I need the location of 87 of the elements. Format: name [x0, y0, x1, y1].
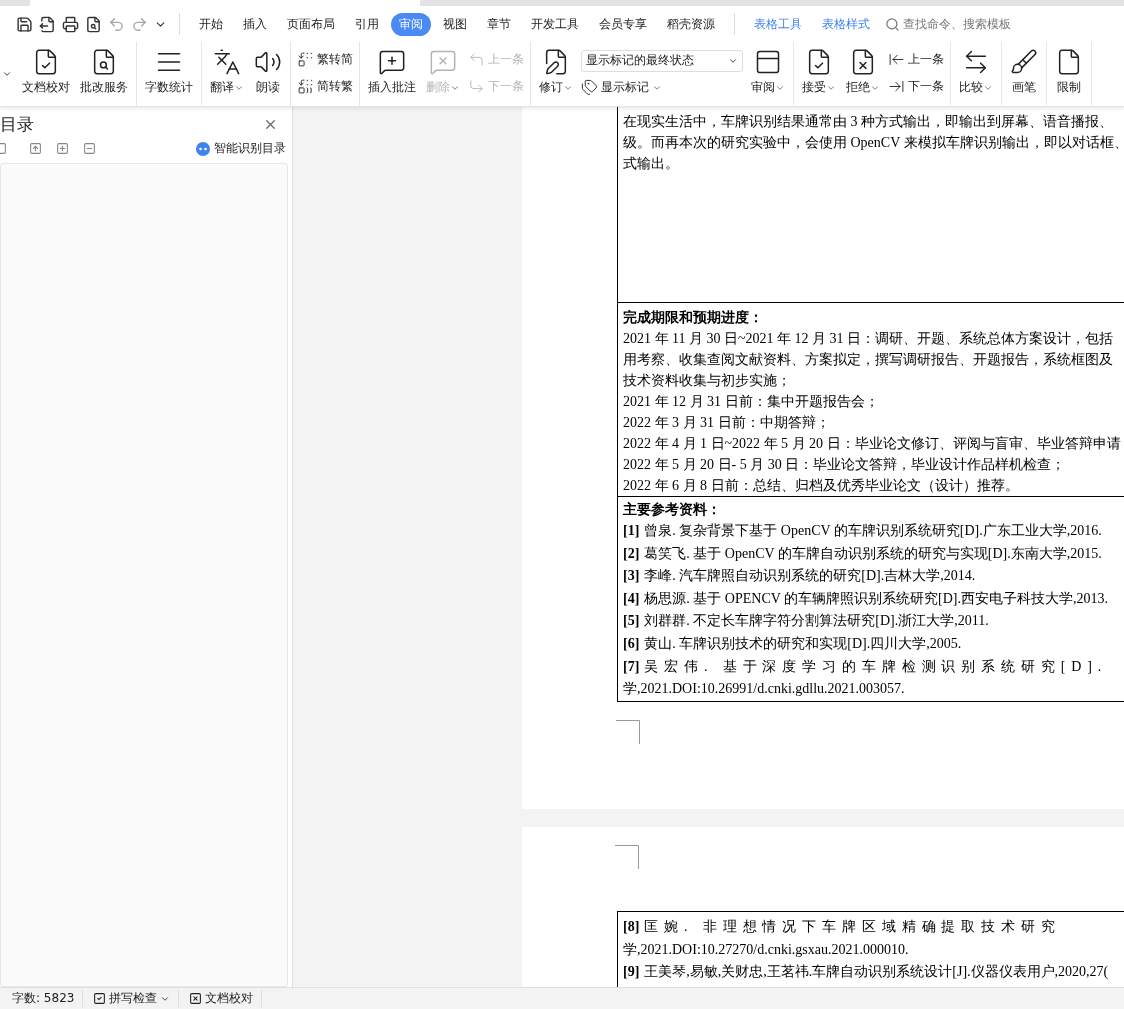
schedule-line: 用考察、收集查阅文献资料、方案拟定，撰写调研报告、开题报告，系统框图及: [623, 351, 1114, 369]
status-button[interactable]: 文档校对: [189, 990, 263, 1007]
checkbox-icon: [93, 992, 107, 1005]
ribbon-button[interactable]: 接受: [800, 42, 838, 106]
section-heading: 完成期限和预期进度：: [623, 309, 764, 327]
panel-icon: [754, 48, 782, 76]
menu-tab[interactable]: 引用: [347, 12, 387, 36]
schedule-line: 2022 年 5 月 20 日- 5 月 30 日：毕业论文答辩，毕业设计作品样机检查；: [623, 456, 1067, 474]
replace-icon: [297, 51, 314, 68]
schedule-line: 2022 年 3 月 31 日前：中期答辩；: [623, 414, 831, 432]
preview-icon[interactable]: [85, 15, 102, 33]
brush-icon: [1010, 48, 1038, 76]
paragraph-line: 在现实生活中，车牌识别结果通常由 3 种方式输出，即输出到屏幕、语音播报、: [623, 113, 1114, 131]
search-icon: [885, 16, 900, 32]
comment-delete-icon: [429, 48, 457, 76]
margin-corner-mark: [615, 845, 639, 869]
reference-entry: [1] 曾泉. 复杂背景下基于 OpenCV 的车牌识别系统研究[D].广东工业大学,2016.: [623, 522, 1103, 540]
menu-tab[interactable]: 章节: [479, 12, 519, 36]
menu-tab[interactable]: 会员专享: [591, 12, 655, 36]
ribbon-button[interactable]: 字数统计: [143, 42, 195, 106]
ribbon-button[interactable]: 限制: [1053, 42, 1085, 106]
ribbon-button[interactable]: 翻译: [208, 42, 246, 106]
reference-entry: [8] 匡婉. 非理想情况下车牌区域精确提取技术研究: [623, 918, 1062, 936]
reference-entry: [6] 黄山. 车牌识别技术的研究和实现[D].四川大学,2005.: [623, 634, 963, 653]
comment-plus-icon: [378, 48, 406, 76]
schedule-line: 技术资料收集与初步实施；: [623, 372, 792, 390]
ribbon-button[interactable]: 朗读: [252, 42, 284, 106]
replace-all-icon: [297, 78, 314, 95]
ribbon-button[interactable]: 繁转简: [297, 51, 353, 68]
schedule-line: 2021 年 12 月 31 日前：集中开题报告会；: [623, 393, 880, 411]
save-icon[interactable]: [16, 15, 33, 33]
export-icon[interactable]: [39, 15, 56, 33]
reference-entry: [3] 李峰. 汽车牌照自动识别系统的研究[D].吉林大学,2014.: [623, 567, 977, 586]
expand-icon[interactable]: [56, 142, 69, 155]
document-check-icon: [189, 992, 203, 1005]
minus-icon[interactable]: [83, 142, 96, 155]
ribbon-button[interactable]: 显示标记: [581, 79, 743, 97]
print-icon[interactable]: [62, 15, 79, 33]
pane-title: 目录: [0, 113, 34, 136]
ribbon-button[interactable]: 文档校对: [20, 42, 72, 106]
margin-corner-mark: [616, 719, 640, 744]
schedule-line: 2021 年 11 月 30 日~2021 年 12 月 31 日：调研、开题、系统总体方案设计，包括: [623, 330, 1115, 348]
smart-toc-button[interactable]: 智能识别目录: [196, 140, 286, 157]
menu-tab[interactable]: 页面布局: [279, 12, 343, 36]
reference-entry: [9] 王美琴,易敏,关财忠,王茗祎.车牌自动识别系统设计[J].仪器仪表用户,2020,27(: [623, 963, 1110, 982]
ribbon-button[interactable]: 审阅: [749, 42, 787, 106]
menu-tab[interactable]: 视图: [435, 12, 475, 36]
status-button[interactable]: 拼写检查: [93, 990, 180, 1007]
reference-entry: [5] 刘群群. 不定长车牌字符分割算法研究[D].浙江大学,2011.: [623, 612, 990, 631]
ribbon-button[interactable]: 拒绝: [844, 42, 882, 106]
ribbon-button[interactable]: 修订: [537, 42, 575, 106]
ribbon-button[interactable]: 上一条: [888, 51, 944, 68]
ribbon-button[interactable]: 插入批注: [366, 42, 418, 106]
reference-entry: [7] 吴宏伟. 基于深度学习的车牌检测识别系统研究[D].: [623, 657, 1109, 676]
menu-tab[interactable]: 表格样式: [814, 12, 878, 36]
corner-arrow-icon: [468, 51, 485, 68]
markup-select[interactable]: 显示标记的最终状态: [581, 49, 743, 72]
ribbon-button[interactable]: 简转繁: [297, 78, 353, 95]
search-field[interactable]: 查找命令、搜索模板: [885, 16, 1019, 32]
menu-tab[interactable]: 开发工具: [523, 12, 587, 36]
paragraph-line: 级。而再本次的研究实验中，会使用 OpenCV 来模拟车牌识别输出，即以对话框、: [623, 134, 1124, 152]
menu-tab[interactable]: 插入: [235, 12, 275, 36]
corner-arrow-icon: [468, 78, 485, 95]
menu-tab[interactable]: 表格工具: [746, 12, 810, 36]
collapse-icon[interactable]: [29, 142, 42, 155]
word-count: 字数: 5823: [12, 990, 84, 1007]
paragraph-line: 式输出。: [623, 155, 680, 173]
ribbon-button[interactable]: 批改服务: [78, 42, 130, 106]
tags-icon: [581, 79, 598, 97]
menu-tab[interactable]: 稻壳资源: [659, 12, 723, 36]
arrow-left-icon: [888, 51, 905, 68]
translate-icon: [213, 48, 241, 76]
ribbon-button[interactable]: 画笔: [1008, 42, 1040, 106]
arrow-right-icon: [888, 78, 905, 95]
section-heading: 主要参考资料：: [623, 501, 722, 519]
schedule-line: 2022 年 6 月 8 日前：总结、归档及优秀毕业论文（设计）推荐。: [623, 477, 1020, 495]
reference-entry: [4] 杨思源. 基于 OPENCV 的车辆牌照识别系统研究[D].西安电子科技大学,2013.: [623, 589, 1110, 608]
schedule-line: 2022 年 4 月 1 日~2022 年 5 月 20 日：毕业论文修订、评阅与盲审、毕业答辩申请: [623, 435, 1122, 453]
robot-icon: [196, 141, 210, 156]
close-icon[interactable]: [263, 117, 278, 132]
caret-icon[interactable]: [2, 69, 12, 79]
ribbon-button[interactable]: 下一条: [888, 78, 944, 95]
reference-entry: 学,2021.DOI:10.27270/d.cnki.gsxau.2021.000010.: [623, 940, 910, 959]
menu-tab[interactable]: 开始: [191, 12, 231, 36]
reference-entry: 学,2021.DOI:10.26991/d.cnki.gdllu.2021.003057.: [623, 680, 906, 699]
ribbon-button[interactable]: 比较: [957, 42, 995, 106]
reference-entry: [2] 葛笑飞. 基于 OpenCV 的车牌自动识别系统的研究与实现[D].东南大学,2015.: [623, 544, 1103, 563]
